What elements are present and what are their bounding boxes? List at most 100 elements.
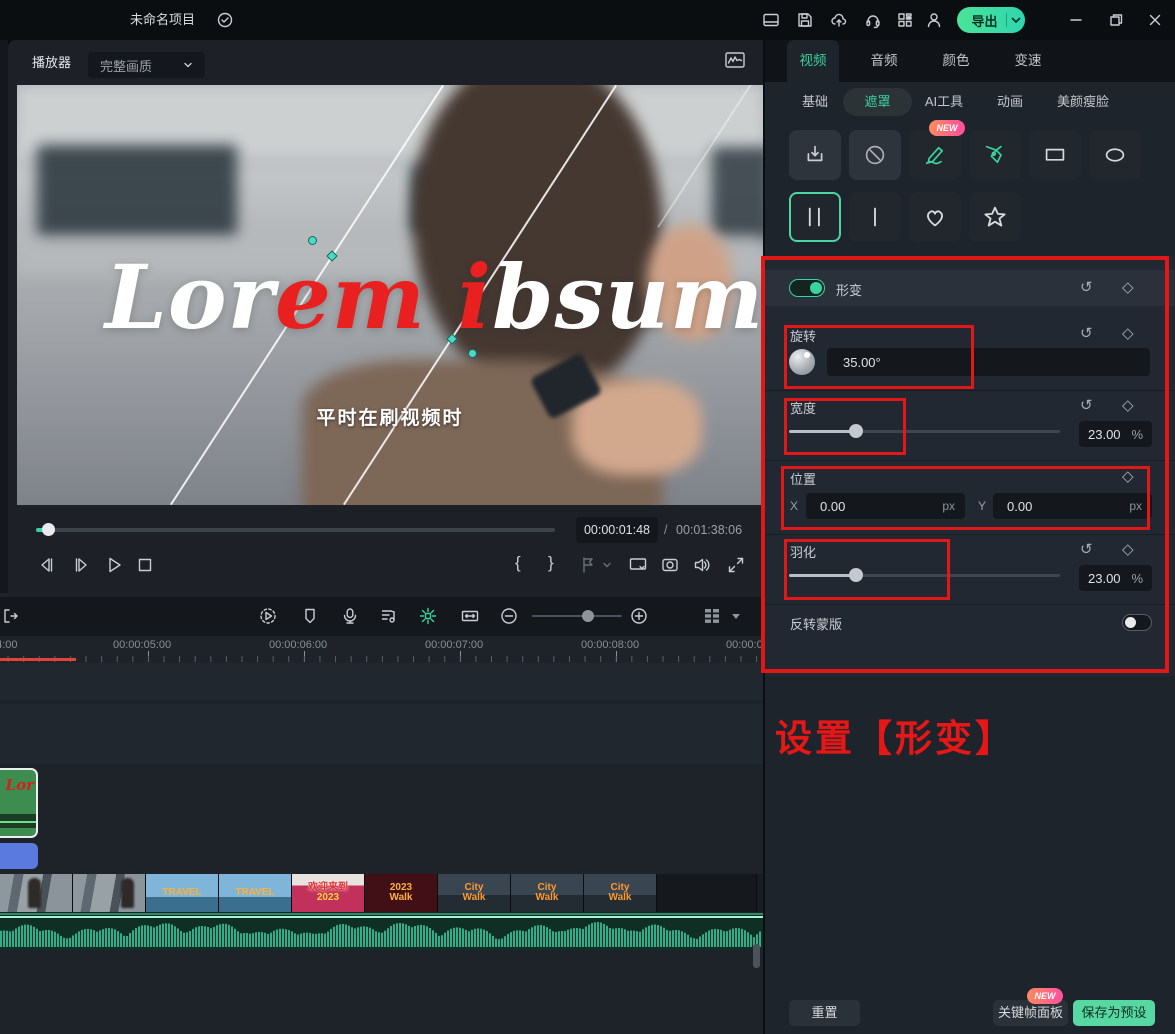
tab-video[interactable]: 视频 (787, 40, 839, 82)
rotate-value: 35.00° (843, 355, 881, 370)
timeline-scrollbar[interactable] (753, 944, 760, 968)
width-value-field[interactable]: 23.00 % (1079, 421, 1152, 447)
width-keyframe-icon[interactable]: ◇ (1122, 398, 1134, 413)
mask-none-button[interactable] (849, 130, 901, 180)
title-clip[interactable]: Lor (0, 768, 38, 838)
zoom-out-button[interactable] (499, 606, 519, 626)
player-panel-title: 播放器 (32, 52, 71, 71)
audio-mixer-button[interactable] (379, 606, 399, 626)
subtab-mask[interactable]: 遮罩 (843, 88, 912, 116)
mask-handle-dot-top[interactable] (308, 236, 317, 245)
auto-ripple-button[interactable] (460, 606, 480, 626)
save-preset-button[interactable]: 保存为预设 (1073, 1000, 1155, 1026)
timeline-ruler[interactable]: 04:00 00:00:05:00 00:00:06:00 00:00:07:0… (0, 636, 763, 662)
mask-double-line-button[interactable] (789, 192, 841, 242)
support-headset-icon[interactable] (864, 11, 882, 29)
mask-import-button[interactable] (789, 130, 841, 180)
marker-button[interactable] (300, 606, 320, 626)
play-button[interactable] (104, 555, 124, 575)
voiceover-mic-button[interactable] (340, 606, 360, 626)
feather-keyframe-icon[interactable]: ◇ (1122, 542, 1134, 557)
stop-button[interactable] (135, 555, 155, 575)
seek-handle[interactable] (42, 523, 55, 536)
mask-single-line-button[interactable] (849, 192, 901, 242)
video-preview[interactable]: Lorem ibsum 平时在刷视频时 (17, 85, 763, 505)
tab-speed[interactable]: 变速 (1002, 40, 1054, 82)
feather-reset-icon[interactable]: ↺ (1080, 542, 1093, 557)
apps-grid-icon[interactable] (896, 11, 914, 29)
transform-reset-icon[interactable]: ↺ (1080, 280, 1093, 295)
save-icon[interactable] (796, 11, 814, 29)
transform-toggle[interactable] (789, 279, 825, 297)
feather-value-field[interactable]: 23.00 % (1079, 565, 1152, 591)
width-slider-handle[interactable] (849, 424, 863, 438)
reset-button[interactable]: 重置 (789, 1000, 860, 1026)
zoom-in-button[interactable] (629, 606, 649, 626)
fullscreen-button[interactable] (726, 555, 746, 575)
render-preview-button[interactable] (258, 606, 278, 626)
scene-billboard-right (712, 147, 763, 242)
feather-label: 羽化 (790, 542, 816, 561)
timecode-current[interactable]: 00:00:01:48 (576, 517, 658, 543)
display-device-button[interactable] (628, 555, 648, 575)
export-button[interactable]: 导出 (957, 7, 1025, 33)
track-manager-button[interactable] (702, 606, 722, 626)
width-slider[interactable] (789, 430, 1060, 433)
audio-waveform-track[interactable] (0, 913, 763, 950)
empty-track-row (0, 663, 763, 700)
mask-rectangle-button[interactable] (1029, 130, 1081, 180)
audio-clip[interactable] (0, 843, 38, 869)
subtab-basic[interactable]: 基础 (789, 88, 841, 116)
scope-monitor-icon[interactable] (724, 50, 746, 70)
volume-button[interactable] (692, 555, 712, 575)
quick-split-button[interactable] (418, 606, 438, 626)
seek-bar[interactable] (36, 528, 555, 532)
position-keyframe-icon[interactable]: ◇ (1122, 469, 1134, 484)
user-account-icon[interactable] (925, 11, 943, 29)
keyframe-panel-button[interactable]: 关键帧面板 (993, 1000, 1068, 1026)
rotate-keyframe-icon[interactable]: ◇ (1122, 326, 1134, 341)
timeline-zoom-slider[interactable] (532, 615, 622, 617)
timeline-zoom-handle[interactable] (582, 610, 594, 622)
subtab-ai-tools[interactable]: AI工具 (917, 88, 971, 116)
marker-chevron-down-icon[interactable] (601, 555, 613, 575)
mask-handle-dot-bottom[interactable] (468, 349, 477, 358)
mask-draw-button[interactable] (909, 130, 961, 180)
pointer-bracket-icon[interactable] (1, 606, 21, 626)
invert-mask-toggle[interactable] (1122, 614, 1152, 631)
scene-billboard-left (37, 145, 237, 240)
transform-keyframe-icon[interactable]: ◇ (1122, 280, 1134, 295)
restore-button[interactable] (1108, 12, 1124, 28)
mask-star-button[interactable] (969, 192, 1021, 242)
mask-heart-button[interactable] (909, 192, 961, 242)
quality-dropdown[interactable]: 完整画质 (88, 52, 205, 78)
position-y-field[interactable]: 0.00 px (993, 493, 1152, 519)
minimize-button[interactable] (1068, 12, 1084, 28)
position-x-field[interactable]: 0.00 px (806, 493, 965, 519)
width-reset-icon[interactable]: ↺ (1080, 398, 1093, 413)
mark-out-button[interactable]: } (548, 553, 554, 573)
tab-color[interactable]: 颜色 (930, 40, 982, 82)
rotate-dial[interactable] (789, 349, 815, 375)
next-frame-button[interactable] (71, 555, 91, 575)
quality-chevron-down-icon (181, 58, 195, 72)
mask-pen-button[interactable] (969, 130, 1021, 180)
mask-ellipse-button[interactable] (1089, 130, 1141, 180)
close-button[interactable] (1147, 12, 1163, 28)
track-manager-caret-icon[interactable] (730, 606, 742, 626)
feather-slider-handle[interactable] (849, 568, 863, 582)
feather-slider[interactable] (789, 574, 1060, 577)
export-chevron-down-icon[interactable] (1007, 11, 1025, 29)
mark-in-button[interactable]: { (515, 553, 521, 573)
tab-audio[interactable]: 音频 (858, 40, 910, 82)
rotate-reset-icon[interactable]: ↺ (1080, 326, 1093, 341)
subtab-animation[interactable]: 动画 (984, 88, 1036, 116)
snapshot-camera-button[interactable] (660, 555, 680, 575)
marker-flag-button[interactable] (578, 555, 598, 575)
previous-frame-button[interactable] (37, 555, 57, 575)
cloud-upload-icon[interactable] (830, 11, 848, 29)
video-track[interactable]: TRAVEL TRAVEL 欢迎来到2023 2023Walk CityWalk… (0, 874, 763, 912)
rotate-value-field[interactable]: 35.00° (827, 348, 1150, 376)
subtab-beauty[interactable]: 美颜瘦脸 (1049, 88, 1117, 116)
layout-panel-icon[interactable] (762, 11, 780, 29)
